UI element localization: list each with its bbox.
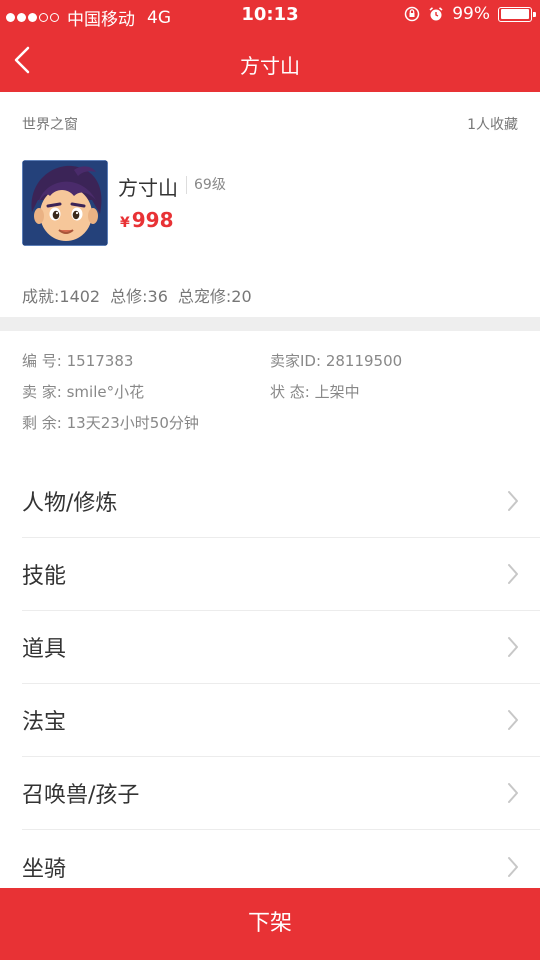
- menu-item-label: 召唤兽/孩子: [22, 783, 140, 808]
- status-value: 上架中: [314, 383, 360, 401]
- character-portrait-icon: [22, 160, 108, 246]
- delist-button[interactable]: 下架: [0, 888, 540, 960]
- remaining-label: 剩 余:: [22, 414, 62, 432]
- menu-item-label: 道具: [22, 637, 67, 662]
- role-level: 69级: [186, 176, 226, 194]
- alarm-icon: [429, 7, 443, 21]
- seller-id: 卖家ID: 28119500: [270, 350, 402, 371]
- seller-label: 卖 家:: [22, 383, 62, 401]
- menu-item-label: 人物/修炼: [22, 491, 118, 516]
- menu-item-label: 坐骑: [22, 856, 67, 882]
- battery-percent: 99%: [452, 4, 490, 24]
- chevron-right-icon: [508, 564, 518, 584]
- price-symbol: ¥: [120, 215, 130, 231]
- remaining-value: 13天23小时50分钟: [66, 414, 199, 432]
- item-id-value: 1517383: [66, 352, 134, 370]
- seller-value: smile°小花: [66, 383, 145, 401]
- chevron-right-icon: [508, 783, 518, 803]
- favorite-count[interactable]: 1人收藏: [467, 114, 518, 134]
- role-price: ¥998: [120, 208, 174, 232]
- seller-id-value: 28119500: [325, 352, 403, 370]
- server-name: 世界之窗: [22, 117, 78, 133]
- remaining-time: 剩 余: 13天23小时50分钟: [22, 412, 199, 433]
- status-bar: 中国移动 4G 10:13 99%: [0, 0, 540, 30]
- role-name: 方寸山: [118, 176, 178, 200]
- page-title: 方寸山: [240, 54, 300, 78]
- chevron-right-icon: [508, 637, 518, 657]
- status-right-group: 99%: [404, 4, 536, 24]
- battery-fill: [500, 9, 530, 19]
- section-divider: [0, 317, 540, 331]
- chevron-right-icon: [508, 856, 518, 877]
- menu-item-skills[interactable]: 技能: [22, 538, 540, 611]
- seller: 卖 家: smile°小花: [22, 381, 144, 402]
- menu-item-character[interactable]: 人物/修炼: [22, 465, 540, 538]
- listing-status: 状 态: 上架中: [270, 381, 360, 402]
- item-id-label: 编 号:: [22, 352, 62, 370]
- menu-item-items[interactable]: 道具: [22, 611, 540, 684]
- menu-item-label: 法宝: [22, 710, 67, 735]
- stat-cultivation: 总修:36: [110, 287, 168, 306]
- rotation-lock-icon: [404, 6, 420, 22]
- price-value: 998: [131, 208, 174, 232]
- menu-item-treasures[interactable]: 法宝: [22, 684, 540, 757]
- app-header: 中国移动 4G 10:13 99% 方寸山: [0, 0, 540, 92]
- battery-icon: [498, 6, 536, 22]
- menu-item-pets[interactable]: 召唤兽/孩子: [22, 757, 540, 830]
- role-stats: 成就:1402 总修:36 总宠修:20: [22, 283, 252, 307]
- item-id: 编 号: 1517383: [22, 350, 133, 371]
- stat-pet-cultivation: 总宠修:20: [177, 287, 252, 306]
- menu-item-label: 技能: [22, 564, 67, 589]
- chevron-right-icon: [508, 710, 518, 730]
- chevron-right-icon: [508, 491, 518, 511]
- status-label: 状 态:: [270, 383, 310, 401]
- role-avatar: [22, 160, 108, 246]
- stat-achievement: 成就:1402: [22, 287, 101, 306]
- seller-id-label: 卖家ID:: [270, 352, 322, 370]
